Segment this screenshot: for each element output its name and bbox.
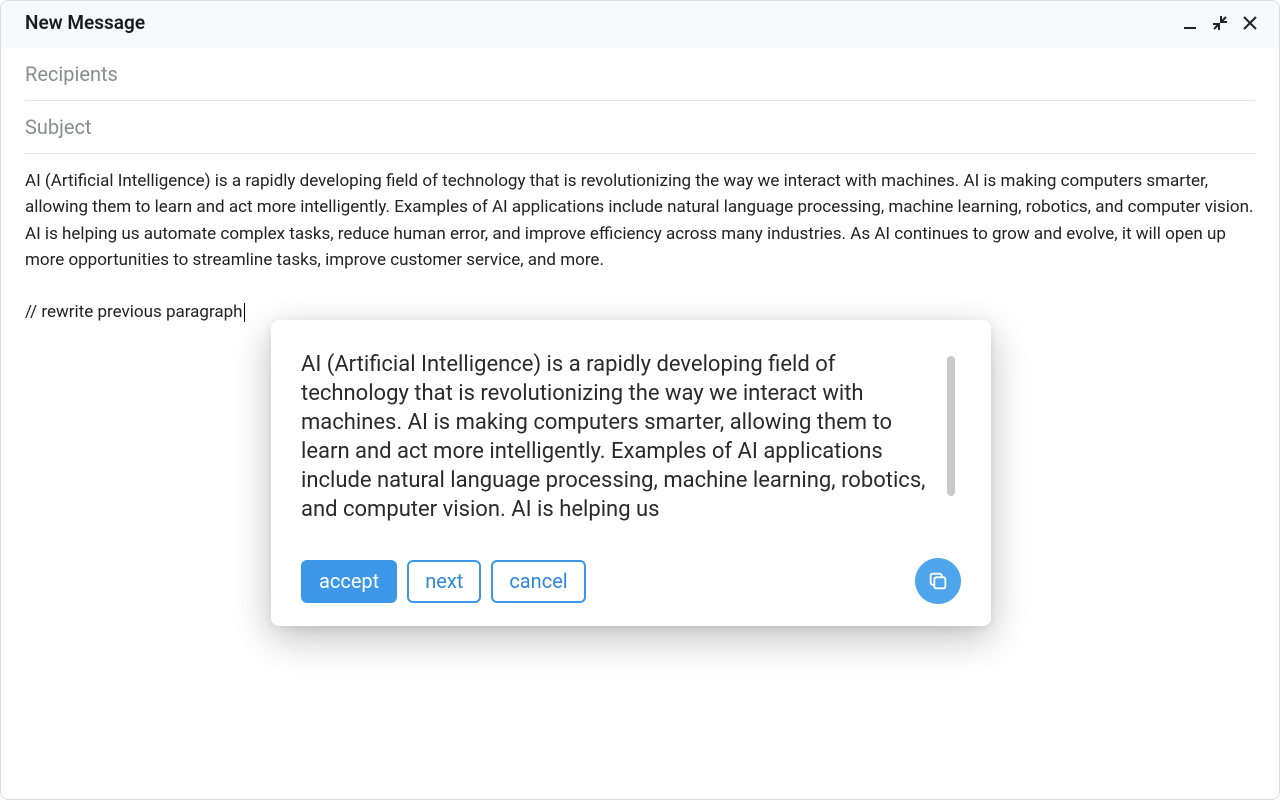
body-paragraph: AI (Artificial Intelligence) is a rapidl… xyxy=(25,168,1255,273)
popup-footer: accept next cancel xyxy=(301,558,961,604)
recipients-label: Recipients xyxy=(25,62,118,86)
titlebar-controls xyxy=(1181,14,1259,32)
accept-button[interactable]: accept xyxy=(301,560,397,603)
subject-label: Subject xyxy=(25,115,92,139)
collapse-icon[interactable] xyxy=(1211,14,1229,32)
titlebar: New Message xyxy=(1,1,1279,48)
copy-button[interactable] xyxy=(915,558,961,604)
minimize-icon[interactable] xyxy=(1181,14,1199,32)
suggestion-text: AI (Artificial Intelligence) is a rapidl… xyxy=(301,350,931,524)
next-button[interactable]: next xyxy=(407,560,481,603)
copy-icon xyxy=(927,570,949,592)
subject-field[interactable]: Subject xyxy=(25,101,1255,154)
header-fields: Recipients Subject xyxy=(1,48,1279,154)
popup-buttons: accept next cancel xyxy=(301,560,586,603)
text-cursor xyxy=(244,303,245,323)
cancel-button[interactable]: cancel xyxy=(491,560,585,603)
window-title: New Message xyxy=(25,11,145,34)
suggestion-scroll-area[interactable]: AI (Artificial Intelligence) is a rapidl… xyxy=(301,350,961,524)
close-icon[interactable] xyxy=(1241,14,1259,32)
scrollbar-thumb[interactable] xyxy=(947,356,955,496)
recipients-field[interactable]: Recipients xyxy=(25,48,1255,101)
command-text: // rewrite previous paragraph xyxy=(25,302,243,322)
rewrite-suggestion-popup: AI (Artificial Intelligence) is a rapidl… xyxy=(271,320,991,626)
